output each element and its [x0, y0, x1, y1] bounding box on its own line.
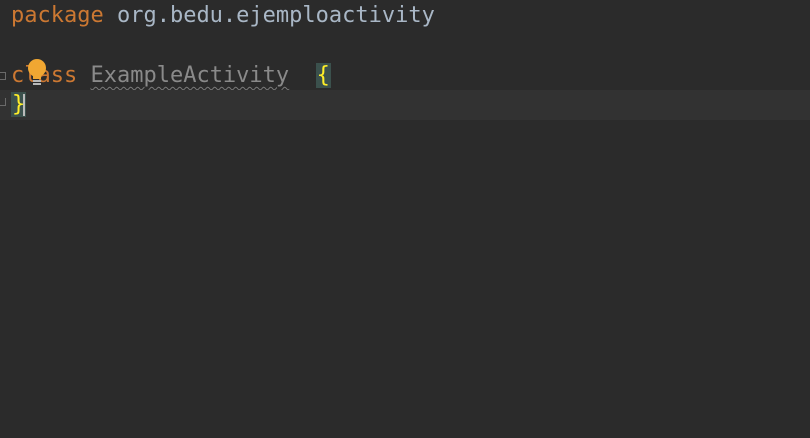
- class-spacer: [289, 63, 316, 88]
- package-statement: package org.bedu.ejemploactivity: [11, 1, 435, 31]
- fold-open-icon[interactable]: [0, 72, 6, 80]
- code-line-1[interactable]: package org.bedu.ejemploactivity: [0, 1, 810, 31]
- code-editor[interactable]: package org.bedu.ejemploactivity class E…: [0, 0, 810, 438]
- code-line-3[interactable]: class ExampleActivity {: [0, 61, 810, 91]
- lightbulb-icon[interactable]: [27, 59, 47, 89]
- class-name[interactable]: ExampleActivity: [90, 63, 289, 88]
- package-keyword: package: [11, 3, 104, 28]
- class-declaration: class ExampleActivity {: [11, 61, 331, 91]
- code-line-4-current[interactable]: }: [0, 90, 810, 120]
- package-name: org.bedu.ejemploactivity: [116, 3, 435, 28]
- text-caret: [23, 94, 25, 116]
- fold-close-icon[interactable]: [0, 98, 6, 106]
- open-brace: {: [315, 63, 331, 88]
